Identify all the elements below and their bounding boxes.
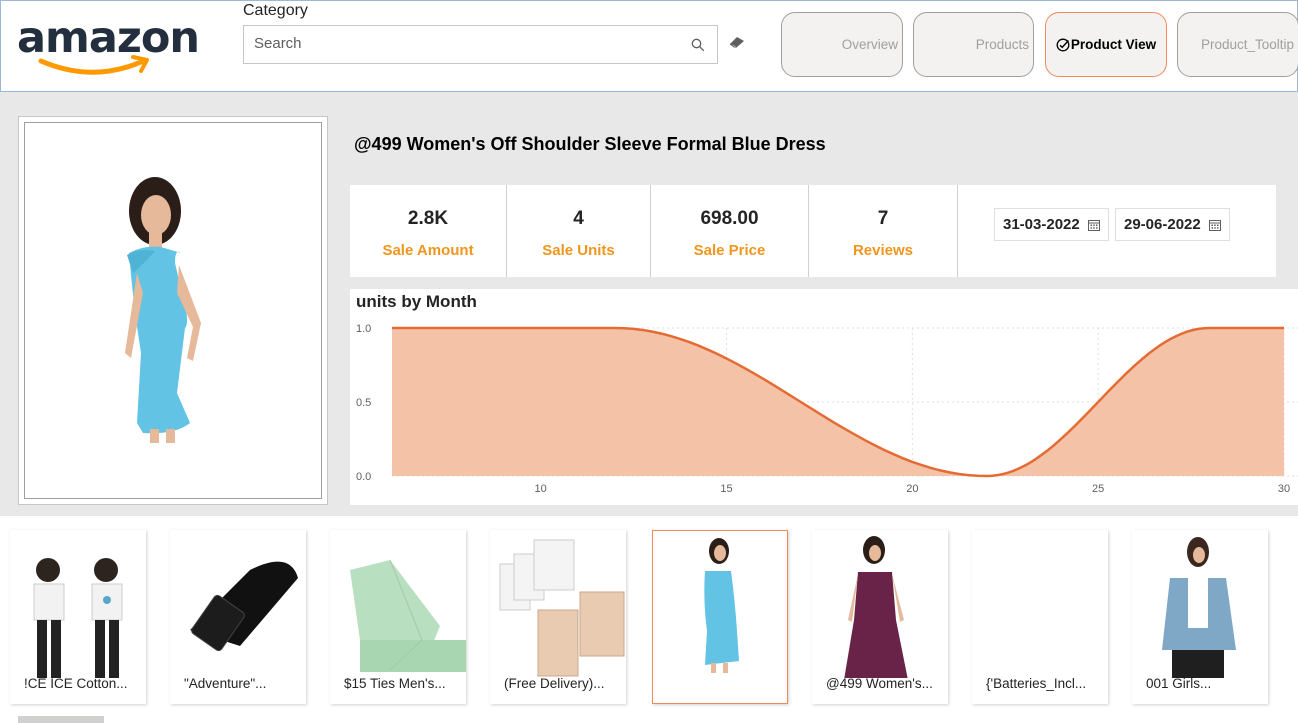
category-slicer: Category <box>239 1 765 73</box>
product-tile[interactable]: 001 Girls... <box>1132 530 1268 704</box>
kpi-strip: 2.8K Sale Amount 4 Sale Units 698.00 Sal… <box>350 185 958 277</box>
y-tick-label: 0.0 <box>356 471 371 483</box>
nav-product-view-label: Product View <box>1070 37 1157 52</box>
amazon-logo: amazon <box>15 11 205 81</box>
kpi-label: Sale Units <box>542 242 615 259</box>
nav-overview-label: Overview <box>841 37 898 52</box>
kpi-value: 7 <box>877 208 889 229</box>
product-tile-label: @499 Women's... <box>826 676 933 691</box>
product-title: @499 Women's Off Shoulder Sleeve Formal … <box>354 134 826 154</box>
nav-product-view-button[interactable]: Product View <box>1045 12 1167 77</box>
calendar-icon[interactable] <box>1209 219 1221 231</box>
y-tick-label: 0.5 <box>356 397 371 409</box>
gallery-scrollbar[interactable] <box>18 716 104 723</box>
product-thumbnail-bra-extenders <box>499 539 625 677</box>
product-image-dress <box>125 177 201 443</box>
product-tile-label: 001 Girls... <box>1146 676 1212 691</box>
kpi-value: 698.00 <box>700 208 759 229</box>
product-tile-label: "Adventure"... <box>184 676 267 691</box>
kpi-label: Sale Amount <box>382 242 474 259</box>
nav-product-tooltip-label: Product_Tooltip <box>1200 37 1294 52</box>
end-date-field[interactable]: 29-06-2022 <box>1115 208 1230 241</box>
header-bar: amazon Category Overview Products Pro <box>0 0 1298 92</box>
product-tile-label: $15 Ties Men's... <box>344 676 446 691</box>
product-thumbnail-empty <box>972 530 1108 678</box>
logo-smile-icon <box>38 55 149 75</box>
x-tick-label: 10 <box>535 483 547 495</box>
kpi-label: Sale Price <box>693 242 766 259</box>
nav-products-label: Products <box>975 37 1029 52</box>
nav-overview-button[interactable]: Overview <box>781 12 903 77</box>
y-tick-label: 1.0 <box>356 323 371 335</box>
x-tick-label: 25 <box>1092 483 1104 495</box>
product-tile[interactable]: "Adventure"... <box>170 530 306 704</box>
chart-title: units by Month <box>356 292 477 311</box>
kpi-label: Reviews <box>852 242 914 259</box>
product-thumbnail-blue-dress <box>704 538 739 673</box>
kpi-sale-price: 698.00 Sale Price <box>651 185 809 277</box>
kpi-sale-amount: 2.8K Sale Amount <box>350 185 507 277</box>
product-tile[interactable]: (Free Delivery)... <box>490 530 626 704</box>
chart-plot: 0.0 0.5 1.0 10 15 20 25 30 <box>356 323 1298 495</box>
check-circle-icon <box>1056 38 1070 51</box>
product-tile-label: !CE ICE Cotton... <box>24 676 128 691</box>
product-thumbnail-denim-jacket <box>1162 537 1236 678</box>
product-thumbnail-kids-tshirts <box>33 558 123 678</box>
units-by-month-chart: 0.0 0.5 1.0 10 15 20 25 30 units by Month <box>350 289 1298 505</box>
search-input[interactable] <box>254 35 674 52</box>
product-thumbnail-tie <box>350 559 466 672</box>
nav-products-button[interactable]: Products <box>913 12 1034 77</box>
product-tile-selected[interactable] <box>652 530 788 704</box>
x-tick-label: 15 <box>720 483 732 495</box>
eraser-icon[interactable] <box>728 35 746 49</box>
kpi-sale-units: 4 Sale Units <box>507 185 651 277</box>
kpi-reviews: 7 Reviews <box>809 185 958 277</box>
end-date-text: 29-06-2022 <box>1124 216 1201 233</box>
nav-product-tooltip-button[interactable]: Product_Tooltip <box>1177 12 1298 77</box>
date-range-slicer: 31-03-2022 29-06-2022 <box>958 185 1276 277</box>
x-tick-label: 20 <box>906 483 918 495</box>
product-gallery: !CE ICE Cotton... "Adventure"... $15 Tie… <box>0 516 1298 723</box>
product-image-card <box>18 116 328 505</box>
product-image-frame <box>24 122 322 499</box>
start-date-text: 31-03-2022 <box>1003 216 1080 233</box>
product-thumbnail-belt <box>190 561 298 652</box>
search-box[interactable] <box>243 25 718 64</box>
search-icon[interactable] <box>691 38 705 52</box>
product-tile[interactable]: $15 Ties Men's... <box>330 530 466 704</box>
product-tile[interactable]: {'Batteries_Incl... <box>972 530 1108 704</box>
x-tick-label: 30 <box>1278 483 1290 495</box>
product-tile-label: {'Batteries_Incl... <box>986 676 1087 691</box>
product-thumbnail-purple-dress <box>844 536 908 678</box>
calendar-icon[interactable] <box>1088 219 1100 231</box>
product-tile[interactable]: @499 Women's... <box>812 530 948 704</box>
slicer-label: Category <box>243 2 308 19</box>
start-date-field[interactable]: 31-03-2022 <box>994 208 1109 241</box>
product-tile[interactable]: !CE ICE Cotton... <box>10 530 146 704</box>
kpi-value: 4 <box>573 208 584 229</box>
kpi-value: 2.8K <box>407 208 449 229</box>
product-tile-label: (Free Delivery)... <box>504 676 605 691</box>
